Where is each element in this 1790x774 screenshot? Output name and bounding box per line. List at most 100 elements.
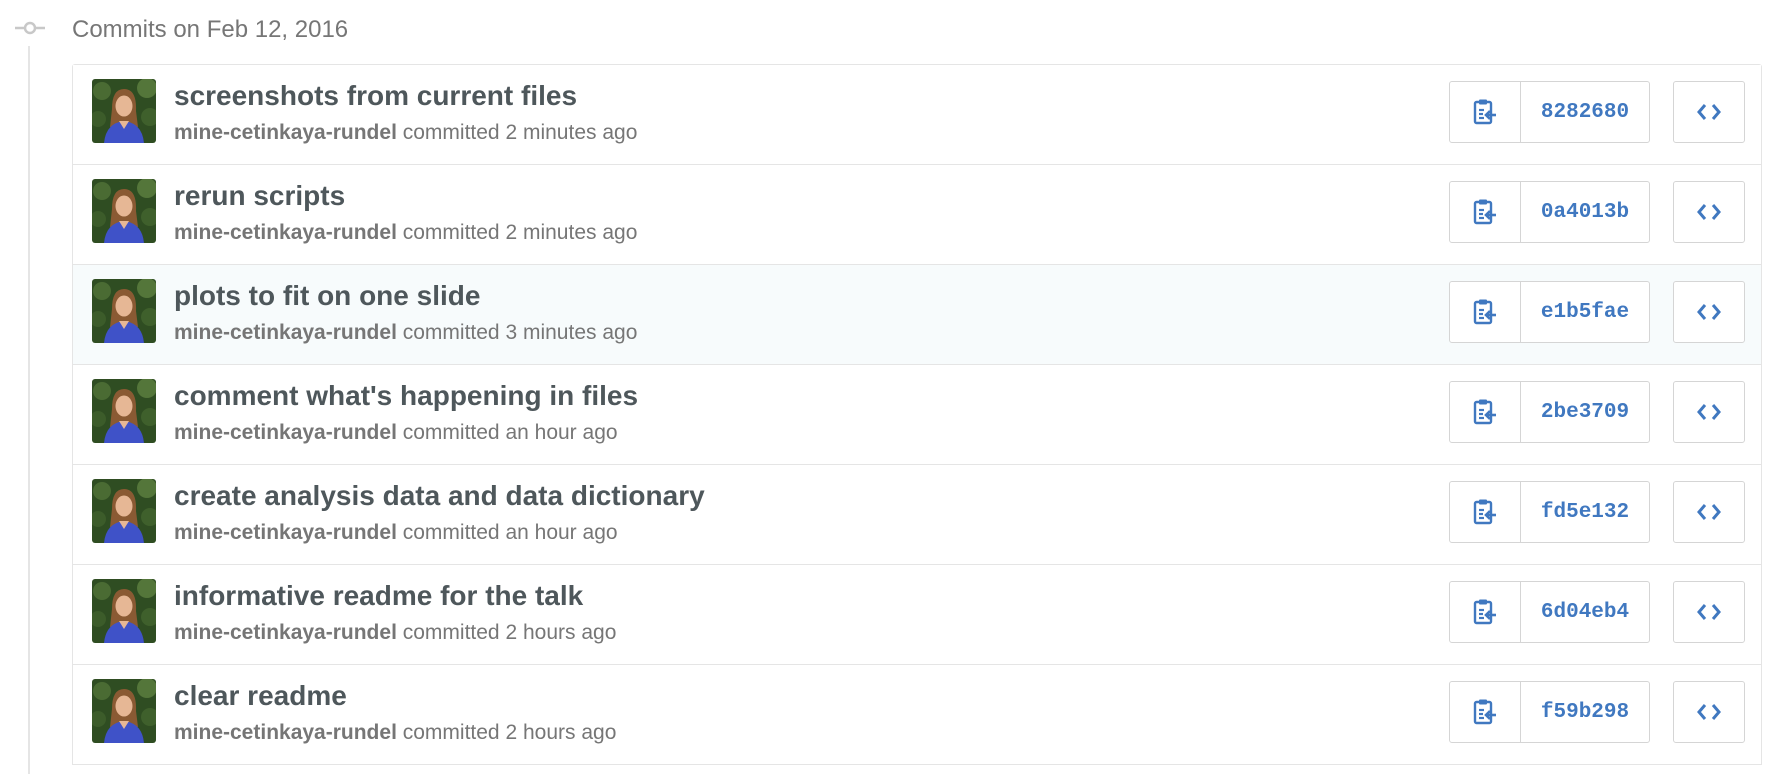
author-avatar[interactable] <box>92 379 156 443</box>
clippy-icon <box>1473 299 1496 325</box>
commit-sha-link[interactable]: f59b298 <box>1521 682 1649 742</box>
commit-author[interactable]: mine-cetinkaya-rundel <box>174 421 397 444</box>
author-avatar[interactable] <box>92 179 156 243</box>
commit-action: committed <box>402 621 500 644</box>
code-icon <box>1697 404 1721 420</box>
browse-repository-button[interactable] <box>1673 481 1745 543</box>
author-avatar[interactable] <box>92 479 156 543</box>
commit-action: committed <box>402 521 500 544</box>
commit-action: committed <box>402 121 500 144</box>
sha-button-group: f59b298 <box>1449 681 1650 743</box>
commit-author[interactable]: mine-cetinkaya-rundel <box>174 721 397 744</box>
copy-sha-button[interactable] <box>1450 182 1521 242</box>
avatar-photo <box>92 279 156 343</box>
commit-meta: mine-cetinkaya-rundel committed 2 minute… <box>174 119 637 147</box>
clippy-icon <box>1473 499 1496 525</box>
browse-repository-button[interactable] <box>1673 81 1745 143</box>
commit-author[interactable]: mine-cetinkaya-rundel <box>174 221 397 244</box>
sha-button-group: e1b5fae <box>1449 281 1650 343</box>
avatar-photo <box>92 379 156 443</box>
sha-button-group: 8282680 <box>1449 81 1650 143</box>
author-avatar[interactable] <box>92 79 156 143</box>
commit-time: 2 minutes ago <box>505 121 638 144</box>
copy-sha-button[interactable] <box>1450 382 1521 442</box>
sha-button-group: fd5e132 <box>1449 481 1650 543</box>
sha-button-group: 6d04eb4 <box>1449 581 1650 643</box>
commit-title[interactable]: rerun scripts <box>174 179 345 213</box>
timeline-line <box>28 46 30 774</box>
commit-meta: mine-cetinkaya-rundel committed an hour … <box>174 419 618 447</box>
commit-list: screenshots from current files mine-ceti… <box>72 64 1762 765</box>
browse-repository-button[interactable] <box>1673 181 1745 243</box>
browse-repository-button[interactable] <box>1673 281 1745 343</box>
code-icon <box>1697 304 1721 320</box>
clippy-icon <box>1473 599 1496 625</box>
browse-repository-button[interactable] <box>1673 681 1745 743</box>
commit-author[interactable]: mine-cetinkaya-rundel <box>174 121 397 144</box>
commits-page: Commits on Feb 12, 2016 screenshots from… <box>0 0 1790 774</box>
commit-time: 3 minutes ago <box>505 321 638 344</box>
copy-sha-button[interactable] <box>1450 482 1521 542</box>
avatar-photo <box>92 179 156 243</box>
avatar-photo <box>92 479 156 543</box>
commit-row: rerun scripts mine-cetinkaya-rundel comm… <box>73 165 1761 265</box>
commit-meta: mine-cetinkaya-rundel committed 2 minute… <box>174 219 637 247</box>
git-commit-icon <box>15 21 45 35</box>
commit-title[interactable]: comment what's happening in files <box>174 379 638 413</box>
commit-row: clear readme mine-cetinkaya-rundel commi… <box>73 665 1761 765</box>
commit-title[interactable]: screenshots from current files <box>174 79 577 113</box>
author-avatar[interactable] <box>92 579 156 643</box>
sha-button-group: 2be3709 <box>1449 381 1650 443</box>
clippy-icon <box>1473 699 1496 725</box>
commit-sha-link[interactable]: fd5e132 <box>1521 482 1649 542</box>
commit-sha-link[interactable]: 6d04eb4 <box>1521 582 1649 642</box>
avatar-photo <box>92 679 156 743</box>
browse-repository-button[interactable] <box>1673 381 1745 443</box>
commit-author[interactable]: mine-cetinkaya-rundel <box>174 321 397 344</box>
clippy-icon <box>1473 99 1496 125</box>
commit-title[interactable]: create analysis data and data dictionary <box>174 479 705 513</box>
commit-action: committed <box>402 221 500 244</box>
avatar-photo <box>92 579 156 643</box>
commit-row: comment what's happening in files mine-c… <box>73 365 1761 465</box>
commit-time: an hour ago <box>505 521 618 544</box>
commit-sha-link[interactable]: 2be3709 <box>1521 382 1649 442</box>
author-avatar[interactable] <box>92 679 156 743</box>
code-icon <box>1697 604 1721 620</box>
commit-meta: mine-cetinkaya-rundel committed 2 hours … <box>174 619 616 647</box>
commit-time: 2 hours ago <box>505 621 617 644</box>
commit-group-title: Commits on Feb 12, 2016 <box>72 16 349 43</box>
commit-time: 2 minutes ago <box>505 221 638 244</box>
commit-action: committed <box>402 321 500 344</box>
commit-author[interactable]: mine-cetinkaya-rundel <box>174 521 397 544</box>
commit-sha-link[interactable]: 8282680 <box>1521 82 1649 142</box>
code-icon <box>1697 704 1721 720</box>
sha-button-group: 0a4013b <box>1449 181 1650 243</box>
commit-title[interactable]: clear readme <box>174 679 347 713</box>
commit-author[interactable]: mine-cetinkaya-rundel <box>174 621 397 644</box>
copy-sha-button[interactable] <box>1450 82 1521 142</box>
author-avatar[interactable] <box>92 279 156 343</box>
commit-title[interactable]: informative readme for the talk <box>174 579 583 613</box>
copy-sha-button[interactable] <box>1450 282 1521 342</box>
commit-meta: mine-cetinkaya-rundel committed 2 hours … <box>174 719 616 747</box>
commit-title[interactable]: plots to fit on one slide <box>174 279 480 313</box>
commit-row: informative readme for the talk mine-cet… <box>73 565 1761 665</box>
code-icon <box>1697 104 1721 120</box>
commit-time: 2 hours ago <box>505 721 617 744</box>
commit-action: committed <box>402 421 500 444</box>
commit-row: screenshots from current files mine-ceti… <box>73 65 1761 165</box>
copy-sha-button[interactable] <box>1450 682 1521 742</box>
clippy-icon <box>1473 199 1496 225</box>
commit-row: plots to fit on one slide mine-cetinkaya… <box>73 265 1761 365</box>
browse-repository-button[interactable] <box>1673 581 1745 643</box>
commit-meta: mine-cetinkaya-rundel committed 3 minute… <box>174 319 637 347</box>
clippy-icon <box>1473 399 1496 425</box>
commit-meta: mine-cetinkaya-rundel committed an hour … <box>174 519 618 547</box>
commit-sha-link[interactable]: 0a4013b <box>1521 182 1649 242</box>
copy-sha-button[interactable] <box>1450 582 1521 642</box>
avatar-photo <box>92 79 156 143</box>
commit-row: create analysis data and data dictionary… <box>73 465 1761 565</box>
commit-action: committed <box>402 721 500 744</box>
commit-sha-link[interactable]: e1b5fae <box>1521 282 1649 342</box>
